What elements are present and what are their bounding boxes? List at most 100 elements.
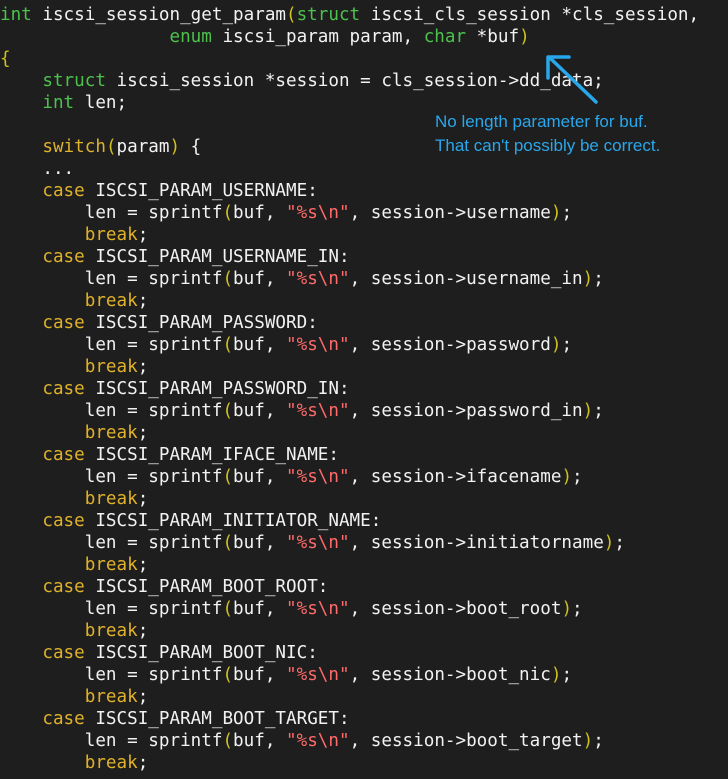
annotation-note: No length parameter for buf. That can't … <box>435 110 660 158</box>
paren-token: ( <box>222 401 234 421</box>
code-line: int iscsi_session_get_param(struct iscsi… <box>0 4 699 26</box>
paren-token: ( <box>222 533 234 553</box>
code-text: ISCSI_PARAM_PASSWORD: <box>84 313 318 333</box>
code-line: case ISCSI_PARAM_BOOT_NIC: <box>0 642 699 664</box>
code-text: ISCSI_PARAM_INITIATOR_NAME: <box>84 511 382 531</box>
type-keyword: struct <box>42 71 106 91</box>
control-keyword: break <box>84 555 138 575</box>
control-keyword: case <box>42 511 85 531</box>
code-line: len = sprintf(buf, "%s\n", session->boot… <box>0 730 699 752</box>
arrow-icon <box>546 55 598 104</box>
string-literal: "%s\n" <box>286 665 350 685</box>
paren-token: ) <box>582 269 594 289</box>
paren-token: ( <box>222 731 234 751</box>
paren-token: ( <box>222 665 234 685</box>
code-text: buf, <box>233 203 287 223</box>
string-literal: "%s\n" <box>286 533 350 553</box>
code-text: ; <box>137 357 149 377</box>
code-text: , session->boot_root <box>349 599 562 619</box>
code-text: buf, <box>233 533 287 553</box>
code-text: , session->boot_nic <box>349 665 551 685</box>
code-line: len = sprintf(buf, "%s\n", session->user… <box>0 202 699 224</box>
code-text: ; <box>572 467 583 487</box>
code-text: ISCSI_PARAM_USERNAME: <box>84 181 318 201</box>
code-text: iscsi_param param, <box>211 27 424 47</box>
control-keyword: case <box>42 577 85 597</box>
code-text: len = sprintf <box>0 599 223 619</box>
code-line: break; <box>0 422 699 444</box>
code-line: break; <box>0 356 699 378</box>
control-keyword: case <box>42 313 85 333</box>
paren-token: ) <box>561 467 573 487</box>
control-keyword: break <box>84 423 138 443</box>
type-keyword: int <box>0 5 32 25</box>
string-literal: "%s\n" <box>286 401 350 421</box>
code-line: case ISCSI_PARAM_BOOT_TARGET: <box>0 708 699 730</box>
paren-token: ) <box>603 533 615 553</box>
paren-token: ( <box>105 137 117 157</box>
paren-token: ( <box>222 467 234 487</box>
paren-token: ( <box>222 335 234 355</box>
code-text: buf, <box>233 401 287 421</box>
control-keyword: switch <box>42 137 106 157</box>
code-text: len = sprintf <box>0 335 223 355</box>
code-text: , session->password_in <box>349 401 583 421</box>
annotation-line-2: That can't possibly be correct. <box>435 136 661 155</box>
control-keyword: case <box>42 643 85 663</box>
type-keyword: enum <box>169 27 212 47</box>
code-text: ISCSI_PARAM_PASSWORD_IN: <box>84 379 350 399</box>
paren-token: ( <box>286 5 297 25</box>
code-text: ISCSI_PARAM_BOOT_TARGET: <box>84 709 350 729</box>
control-keyword: case <box>42 445 85 465</box>
code-text: ; <box>593 401 604 421</box>
code-line: len = sprintf(buf, "%s\n", session->pass… <box>0 400 699 422</box>
code-text: param <box>116 137 170 157</box>
paren-token: ) <box>582 401 594 421</box>
code-line: case ISCSI_PARAM_USERNAME: <box>0 180 699 202</box>
paren-token: ) <box>519 27 530 47</box>
paren-token: { <box>0 49 11 69</box>
code-line: case ISCSI_PARAM_BOOT_ROOT: <box>0 576 699 598</box>
paren-token: ) <box>550 335 562 355</box>
code-text: ; <box>561 335 573 355</box>
code-text: iscsi_session *session = cls_session->dd… <box>105 71 604 91</box>
type-keyword: struct <box>296 5 361 25</box>
control-keyword: break <box>84 291 138 311</box>
type-keyword: int <box>42 93 75 113</box>
paren-token: ) <box>561 599 573 619</box>
code-text: buf, <box>233 599 287 619</box>
paren-token: ) <box>169 137 181 157</box>
code-text: ; <box>593 731 604 751</box>
code-text: buf, <box>233 467 287 487</box>
control-keyword: case <box>42 247 85 267</box>
code-text: buf, <box>233 665 287 685</box>
string-literal: "%s\n" <box>286 731 350 751</box>
code-line: break; <box>0 488 699 510</box>
code-text: ; <box>572 599 583 619</box>
code-text: ; <box>137 555 149 575</box>
code-text: ; <box>137 687 149 707</box>
control-keyword: break <box>84 489 138 509</box>
code-text: iscsi_cls_session *cls_session, <box>360 5 700 25</box>
code-text: *buf <box>466 27 520 47</box>
control-keyword: case <box>42 709 85 729</box>
code-text: ; <box>137 753 149 773</box>
code-line: break; <box>0 224 699 246</box>
code-text: { <box>180 137 202 157</box>
code-line: len = sprintf(buf, "%s\n", session->ifac… <box>0 466 699 488</box>
code-text: len = sprintf <box>0 467 223 487</box>
code-text: ; <box>137 423 149 443</box>
code-text: , session->password <box>349 335 551 355</box>
